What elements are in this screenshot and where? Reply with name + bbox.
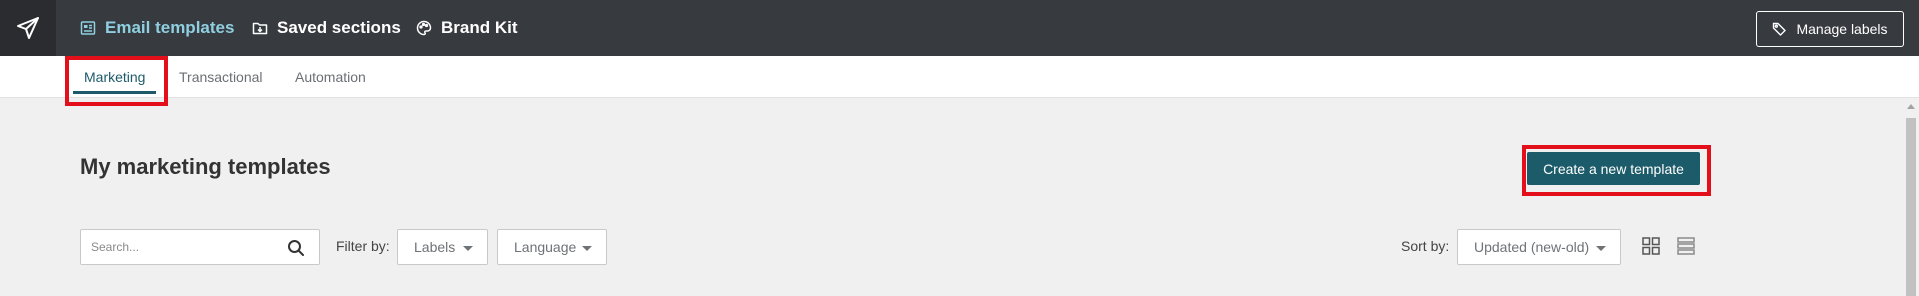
create-template-button[interactable]: Create a new template — [1527, 152, 1700, 185]
tab-automation[interactable]: Automation — [295, 56, 366, 98]
grid-view-icon[interactable] — [1642, 237, 1660, 255]
active-tab-indicator — [73, 91, 157, 94]
page-title: My marketing templates — [80, 154, 331, 179]
tab-transactional[interactable]: Transactional — [179, 56, 263, 98]
search-input[interactable] — [91, 230, 281, 264]
search-field[interactable] — [80, 229, 320, 265]
tab-marketing-label: Marketing — [84, 69, 146, 85]
template-icon — [80, 21, 96, 35]
tab-transactional-label: Transactional — [179, 69, 263, 85]
top-navigation-bar: Email templates Saved sections Brand Kit… — [0, 0, 1919, 56]
app-logo[interactable] — [0, 0, 56, 56]
palette-icon — [416, 20, 432, 36]
nav-email-templates-label: Email templates — [105, 18, 235, 37]
sort-by-label: Sort by: — [1401, 238, 1450, 254]
tab-marketing[interactable]: Marketing — [73, 56, 157, 98]
vertical-scrollbar[interactable] — [1903, 99, 1919, 296]
language-filter-value: Language — [514, 239, 577, 255]
nav-saved-sections[interactable]: Saved sections — [252, 0, 401, 56]
labels-filter-dropdown[interactable]: Labels — [397, 229, 488, 265]
tag-icon — [1773, 22, 1787, 36]
folder-download-icon — [252, 22, 268, 35]
scrollbar-thumb[interactable] — [1906, 118, 1916, 296]
list-view-icon[interactable] — [1677, 237, 1695, 255]
template-category-tabs: Marketing Transactional Automation — [0, 56, 1919, 98]
sort-dropdown[interactable]: Updated (new-old) — [1457, 229, 1621, 265]
manage-labels-label: Manage labels — [1796, 21, 1888, 37]
filter-by-label: Filter by: — [336, 238, 390, 254]
labels-filter-value: Labels — [414, 239, 456, 255]
search-icon[interactable] — [287, 239, 305, 257]
paper-plane-icon — [17, 17, 39, 39]
manage-labels-button[interactable]: Manage labels — [1756, 11, 1904, 47]
tab-automation-label: Automation — [295, 69, 366, 85]
nav-brand-kit[interactable]: Brand Kit — [416, 0, 518, 56]
chevron-down-icon — [582, 246, 592, 251]
chevron-down-icon — [463, 246, 473, 251]
chevron-down-icon — [1596, 246, 1606, 251]
sort-value: Updated (new-old) — [1474, 239, 1590, 255]
nav-email-templates[interactable]: Email templates — [80, 0, 234, 56]
nav-saved-sections-label: Saved sections — [277, 18, 401, 37]
language-filter-dropdown[interactable]: Language — [497, 229, 607, 265]
nav-brand-kit-label: Brand Kit — [441, 18, 518, 37]
scroll-up-arrow-icon[interactable] — [1907, 104, 1915, 109]
